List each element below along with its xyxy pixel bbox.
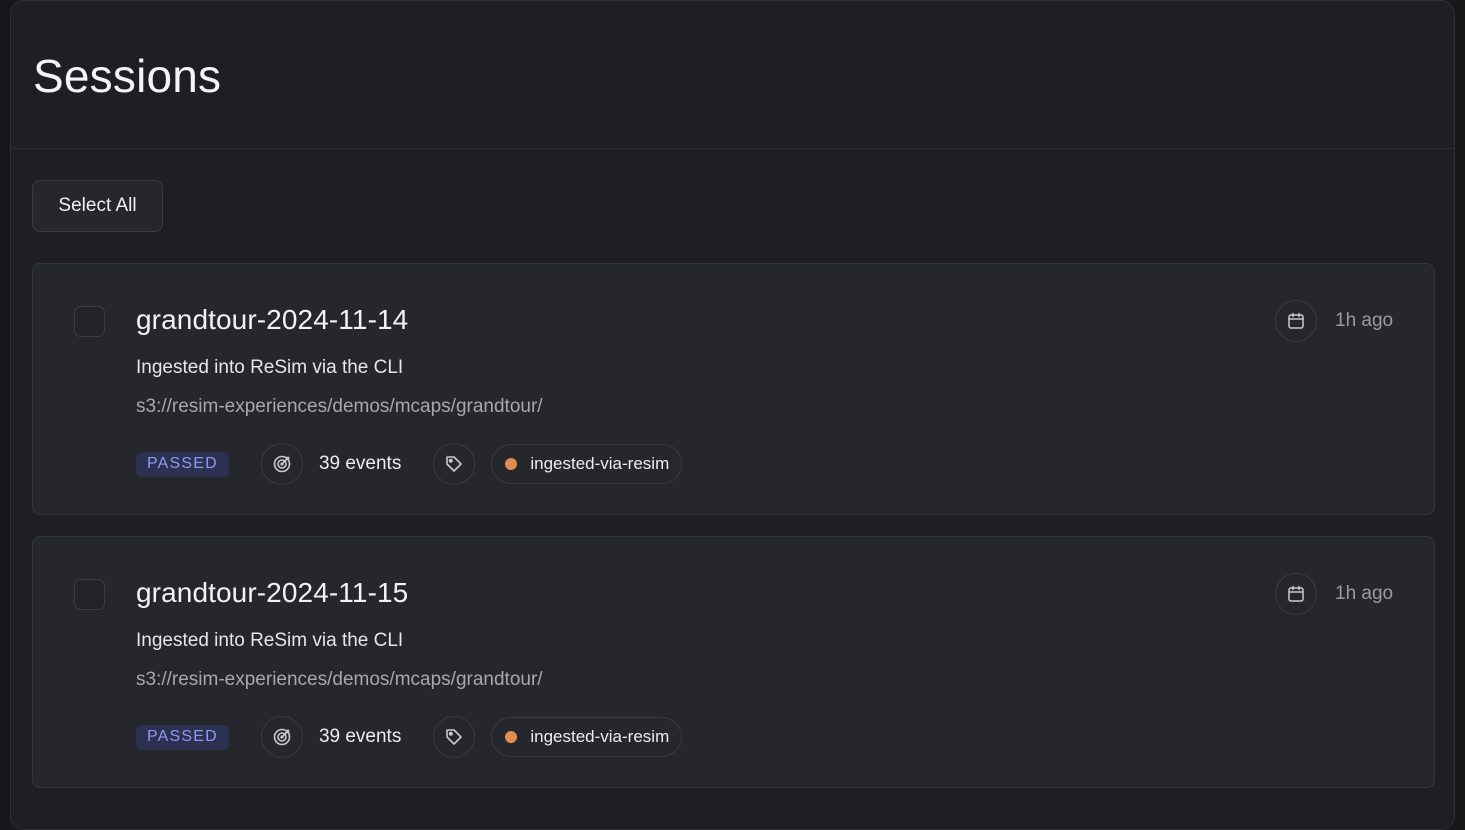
calendar-icon — [1275, 300, 1317, 342]
status-badge: PASSED — [136, 451, 229, 477]
calendar-icon — [1275, 573, 1317, 615]
session-checkbox[interactable] — [74, 306, 105, 337]
tag-label: ingested-via-resim — [530, 454, 670, 473]
tag-color-dot — [505, 458, 518, 470]
tag-icon — [433, 443, 476, 485]
status-badge: PASSED — [136, 724, 229, 750]
page-header: Sessions — [11, 1, 1454, 149]
tag-color-dot — [505, 731, 518, 743]
events-count: 39 events — [318, 726, 402, 747]
session-meta: PASSED 39 events ingested-via-resim — [136, 716, 683, 758]
session-card[interactable]: grandtour-2024-11-14 Ingested into ReSim… — [32, 263, 1435, 515]
session-title[interactable]: grandtour-2024-11-14 — [136, 304, 408, 336]
session-time: 1h ago — [1335, 583, 1394, 604]
select-all-button[interactable]: Select All — [32, 180, 163, 232]
session-meta: PASSED 39 events ingested-via-resim — [136, 443, 683, 485]
session-title[interactable]: grandtour-2024-11-15 — [136, 577, 408, 609]
sessions-panel: Sessions Select All grandtour-2024-11-14… — [10, 0, 1455, 830]
tag-chip[interactable]: ingested-via-resim — [491, 444, 683, 484]
events-count: 39 events — [318, 453, 402, 474]
target-icon — [260, 443, 303, 485]
session-path: s3://resim-experiences/demos/mcaps/grand… — [136, 396, 543, 417]
session-description: Ingested into ReSim via the CLI — [136, 357, 404, 378]
page-title: Sessions — [33, 50, 222, 102]
tag-chip[interactable]: ingested-via-resim — [491, 717, 683, 757]
session-path: s3://resim-experiences/demos/mcaps/grand… — [136, 669, 543, 690]
session-time: 1h ago — [1335, 310, 1394, 331]
session-checkbox[interactable] — [74, 579, 105, 610]
session-card[interactable]: grandtour-2024-11-15 Ingested into ReSim… — [32, 536, 1435, 788]
session-description: Ingested into ReSim via the CLI — [136, 630, 404, 651]
target-icon — [260, 716, 303, 758]
tag-label: ingested-via-resim — [530, 727, 670, 746]
tag-icon — [433, 716, 476, 758]
